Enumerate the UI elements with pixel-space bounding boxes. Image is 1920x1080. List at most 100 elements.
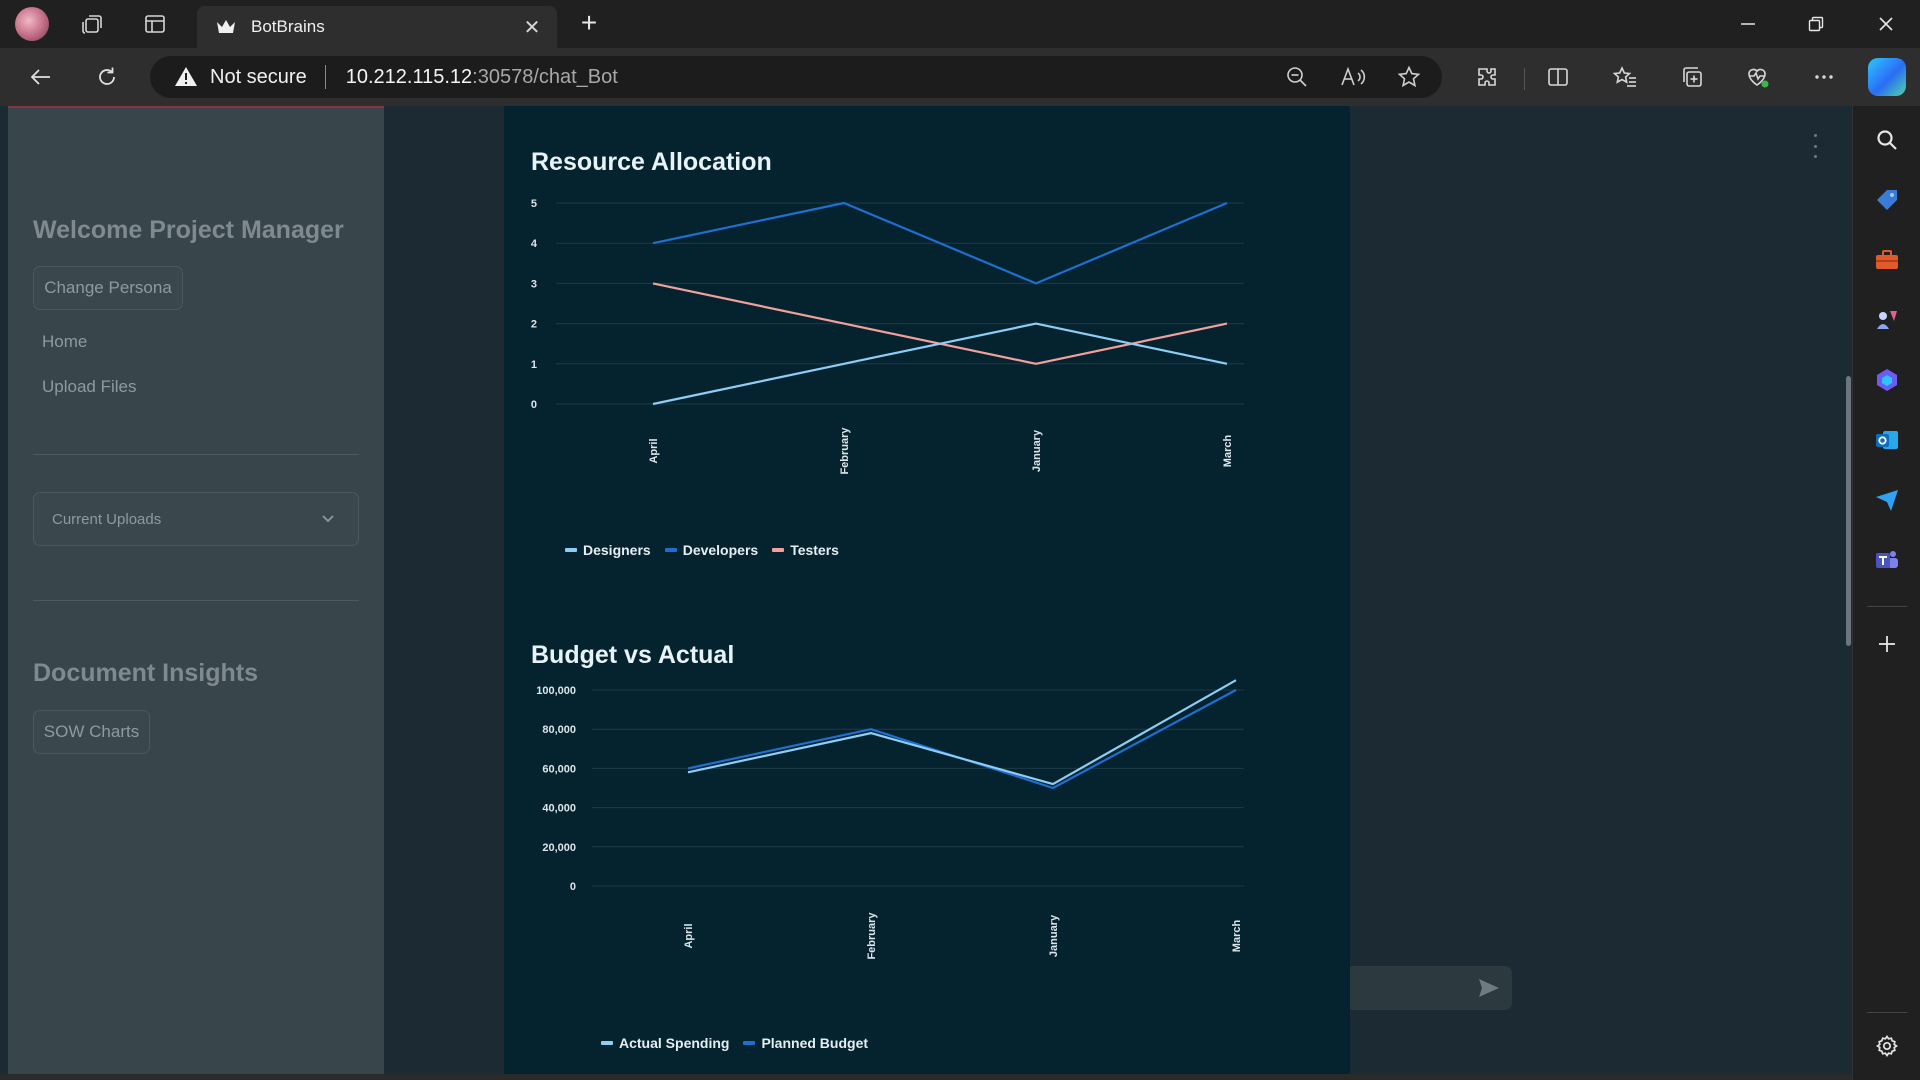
more-options-icon[interactable] — [1807, 60, 1841, 94]
vertical-tabs-icon[interactable] — [141, 10, 169, 38]
address-bar[interactable]: Not secure 10.212.115.12:30578/chat_Bot — [150, 56, 1442, 98]
outlook-icon[interactable] — [1871, 424, 1903, 456]
close-tab-icon[interactable]: ✕ — [515, 10, 549, 44]
page-scrollbar-thumb[interactable] — [1846, 376, 1851, 646]
legend-item[interactable]: Planned Budget — [743, 1035, 868, 1051]
browser-titlebar: BotBrains ✕ + — [0, 0, 1920, 48]
collections-icon[interactable] — [1675, 60, 1709, 94]
y-tick-label: 80,000 — [542, 724, 576, 736]
change-persona-button[interactable]: Change Persona — [33, 266, 183, 310]
current-uploads-label: Current Uploads — [52, 510, 162, 528]
split-screen-icon[interactable] — [1541, 60, 1575, 94]
edge-sidebar — [1852, 106, 1920, 1080]
x-tick-label: March — [1231, 920, 1243, 953]
legend-label: Testers — [790, 542, 839, 558]
sow-charts-panel: Resource Allocation 0 1 2 3 4 5 April February J… — [504, 106, 1350, 1074]
close-window-icon[interactable] — [1852, 0, 1920, 48]
window-bottom-edge — [0, 1074, 1852, 1080]
chevron-down-icon — [316, 507, 340, 531]
legend-swatch — [664, 548, 677, 552]
x-tick-label: February — [839, 427, 851, 475]
y-tick-label: 5 — [531, 198, 537, 210]
warning-icon — [175, 67, 197, 86]
read-aloud-icon[interactable] — [1340, 64, 1366, 90]
y-tick-label: 4 — [531, 238, 538, 250]
new-tab-icon[interactable]: + — [574, 9, 604, 39]
chart-title: Budget vs Actual — [531, 641, 735, 669]
legend-swatch — [772, 548, 785, 552]
refresh-icon[interactable] — [90, 60, 124, 94]
tab-botbrains[interactable]: BotBrains ✕ — [197, 6, 557, 48]
main-menu-icon[interactable] — [1808, 134, 1822, 158]
legend-item[interactable]: Designers — [565, 542, 651, 558]
search-icon[interactable] — [1871, 124, 1903, 156]
not-secure-label[interactable]: Not secure — [210, 66, 307, 89]
legend-item[interactable]: Testers — [772, 542, 839, 558]
send-drop-icon[interactable] — [1871, 484, 1903, 516]
games-icon[interactable] — [1871, 304, 1903, 336]
budget-vs-actual-legend: Actual Spending Planned Budget — [601, 1035, 868, 1051]
browser-essentials-icon[interactable] — [1741, 60, 1775, 94]
sow-charts-button[interactable]: SOW Charts — [33, 710, 150, 754]
profile-avatar[interactable] — [15, 7, 49, 41]
y-tick-label: 100,000 — [536, 685, 576, 697]
y-tick-label: 0 — [570, 881, 576, 893]
favorites-icon[interactable] — [1608, 60, 1642, 94]
sidebar-top-accent — [8, 106, 384, 108]
restore-icon[interactable] — [1782, 0, 1850, 48]
legend-swatch — [743, 1041, 756, 1045]
shopping-tag-icon[interactable] — [1871, 184, 1903, 216]
copilot-icon[interactable] — [1868, 58, 1906, 96]
microsoft-365-icon[interactable] — [1871, 364, 1903, 396]
browser-toolbar: Not secure 10.212.115.12:30578/chat_Bot — [0, 48, 1920, 106]
chat-input[interactable] — [1350, 966, 1512, 1010]
divider — [33, 454, 359, 455]
zoom-out-icon[interactable] — [1284, 64, 1310, 90]
legend-label: Designers — [583, 542, 651, 558]
y-tick-label: 2 — [531, 319, 537, 331]
x-tick-label: April — [648, 438, 660, 463]
chart-title: Resource Allocation — [531, 148, 772, 176]
y-tick-label: 40,000 — [542, 803, 576, 815]
minimize-icon[interactable] — [1714, 0, 1782, 48]
nav-link-upload-files[interactable]: Upload Files — [42, 377, 137, 397]
welcome-heading: Welcome Project Manager — [33, 216, 344, 244]
workspaces-icon[interactable] — [78, 10, 106, 38]
main-content: Resource Allocation 0 1 2 3 4 5 April February J… — [384, 106, 1852, 1074]
legend-swatch — [565, 548, 577, 552]
legend-label: Planned Budget — [761, 1035, 869, 1051]
settings-gear-icon[interactable] — [1871, 1030, 1903, 1062]
url-host: 10.212.115.12 — [345, 65, 473, 88]
y-tick-label: 0 — [531, 399, 537, 411]
x-tick-label: February — [866, 912, 878, 960]
legend-label: Actual Spending — [619, 1035, 730, 1051]
document-insights-heading: Document Insights — [33, 659, 259, 687]
legend-swatch — [601, 1041, 613, 1045]
legend-item[interactable]: Developers — [664, 542, 759, 558]
tab-title: BotBrains — [251, 17, 325, 36]
favorite-star-icon[interactable] — [1396, 64, 1422, 90]
y-tick-label: 3 — [531, 278, 537, 290]
series-line[interactable] — [687, 689, 1237, 790]
y-tick-label: 60,000 — [542, 763, 576, 775]
teams-icon[interactable] — [1871, 544, 1903, 576]
extensions-icon[interactable] — [1470, 60, 1504, 94]
sidebar-separator — [1867, 606, 1907, 607]
x-tick-label: March — [1222, 435, 1234, 468]
legend-item[interactable]: Actual Spending — [601, 1035, 729, 1051]
send-icon[interactable] — [1478, 978, 1500, 998]
page-viewport: Welcome Project Manager Change Persona H… — [0, 106, 1852, 1074]
url-path: :30578/chat_Bot — [472, 65, 618, 88]
legend-label: Developers — [682, 542, 759, 558]
back-icon[interactable] — [24, 60, 58, 94]
x-tick-label: January — [1031, 429, 1043, 472]
address-separator — [324, 65, 326, 89]
budget-vs-actual-chart: 0 20,000 40,000 60,000 80,000 100,000 April Feb… — [536, 679, 1244, 960]
current-uploads-select[interactable]: Current Uploads — [33, 492, 359, 546]
y-tick-label: 20,000 — [542, 842, 576, 854]
tools-icon[interactable] — [1871, 244, 1903, 276]
nav-link-home[interactable]: Home — [42, 332, 87, 352]
add-icon[interactable] — [1871, 628, 1903, 660]
toolbar-separator — [1524, 68, 1525, 90]
botbrains-favicon-icon — [215, 16, 237, 38]
